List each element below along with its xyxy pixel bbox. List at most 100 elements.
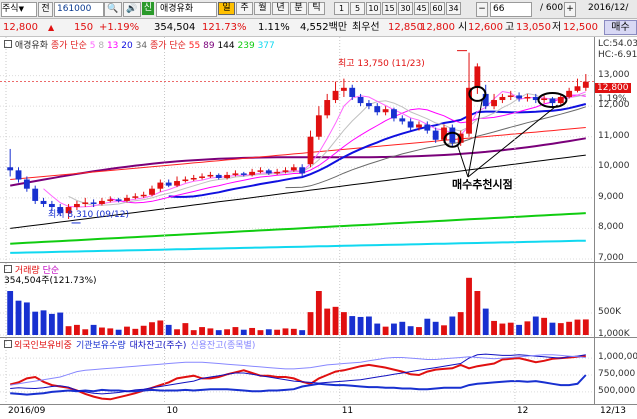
zoom-in-button[interactable]: + <box>564 2 576 17</box>
buy-button[interactable]: 매수 <box>604 20 637 35</box>
tick-button-10[interactable]: 10 <box>366 2 381 15</box>
chevron-down-icon: ▼ <box>18 5 24 13</box>
tick-button-15[interactable]: 15 <box>382 2 397 15</box>
zoom-out-button[interactable]: − <box>476 2 488 17</box>
volume-bar <box>582 319 589 335</box>
tick-button-45[interactable]: 45 <box>414 2 429 15</box>
candle-body <box>324 100 331 116</box>
volume-bar <box>124 326 130 335</box>
period-mode-1[interactable]: 주 <box>236 2 253 15</box>
volume-bar <box>15 300 22 335</box>
volume-bar <box>315 291 322 335</box>
volume-bar <box>182 323 189 335</box>
volume-bar <box>199 327 205 335</box>
candle-body <box>557 96 564 104</box>
candle-body <box>140 194 147 197</box>
tick-button-5[interactable]: 5 <box>350 2 365 15</box>
legend-ma-89: 89 <box>203 41 215 51</box>
legend-ma-13: 13 <box>106 41 119 51</box>
volume-bar <box>399 321 406 335</box>
candle-body <box>315 115 322 137</box>
candle-body <box>516 95 523 99</box>
volume-bar <box>516 324 523 335</box>
candle-body <box>382 109 389 113</box>
change-arrow-icon: ▲ <box>48 23 55 32</box>
market-type-select[interactable]: 주식▼ <box>1 2 37 17</box>
candle-body <box>449 127 456 143</box>
volume-bar <box>115 329 122 335</box>
tick-button-30[interactable]: 30 <box>398 2 413 15</box>
candle-body <box>224 174 231 178</box>
candle-body <box>32 188 39 201</box>
quote-bar: 12,800 ▲ 150 +1.19% 354,504 121.73% 1.11… <box>0 19 637 37</box>
period-mode-5[interactable]: 틱 <box>308 2 325 15</box>
speaker-button[interactable]: 🔊 <box>123 2 141 17</box>
candle-body <box>566 90 573 97</box>
speaker-icon: 🔊 <box>126 4 138 14</box>
candle-body <box>190 177 197 180</box>
candle-body <box>524 96 531 99</box>
volume-bar <box>290 328 297 335</box>
volume-ratio: 121.73% <box>202 22 247 33</box>
volume-bar <box>207 328 214 335</box>
volume-bar <box>574 319 581 335</box>
legend-ma-b: 종가 단순 <box>149 41 186 51</box>
price-tick-5: 8,000 <box>598 222 624 233</box>
volume-value: 354,504 <box>154 22 196 33</box>
buy-signal-annotation: 매수추천시점 <box>452 178 513 191</box>
candle-body <box>182 179 189 182</box>
low-annotation: 최저 8,310 (09/12) <box>48 210 130 220</box>
view-mode-button[interactable]: 전 <box>38 2 53 17</box>
x-axis: 2016/09 10 11 12 12/13 <box>0 405 637 419</box>
candle-body <box>541 98 548 101</box>
period-mode-4[interactable]: 분 <box>290 2 307 15</box>
high-label: 고 <box>505 22 515 33</box>
candle-body <box>40 200 47 204</box>
tick-button-1[interactable]: 1 <box>334 2 349 15</box>
period-mode-2[interactable]: 월 <box>254 2 271 15</box>
legend-ma-8: 8 <box>98 41 105 51</box>
search-button[interactable]: 🔍 <box>104 2 122 17</box>
period-mode-0[interactable]: 일 <box>218 2 235 15</box>
tick-button-34[interactable]: 34 <box>446 2 461 15</box>
period-mode-3[interactable]: 년 <box>272 2 289 15</box>
open-label: 시 <box>458 22 468 33</box>
candle-body <box>399 118 406 122</box>
volume-bar <box>299 330 306 335</box>
volume-bar <box>232 327 239 335</box>
candle-body <box>265 170 272 174</box>
volume-value-label: 354,504주(121.73%) <box>4 276 97 286</box>
flow-tick-0: 1,000,000 <box>598 352 637 363</box>
flow-chart-panel[interactable]: 외국인보유비중 기관보유수량 대차잔고(주수) 신용잔고(종목별) <box>0 338 594 405</box>
stock-name-field[interactable]: 애경유화 <box>156 2 217 17</box>
volume-bar <box>566 321 573 335</box>
price-y-axis: LC:54.03 HC:-6.91 12,800 1.19% 13,000 12,… <box>594 37 637 263</box>
turnover-percent: 1.11% <box>258 22 290 33</box>
volume-bar <box>466 277 472 335</box>
candle-body <box>340 87 347 91</box>
volume-bar <box>557 323 564 335</box>
candle-body <box>215 174 222 178</box>
count-input[interactable]: 66 <box>490 2 532 17</box>
x-label-2: 11 <box>341 406 354 416</box>
buy-signal-pointer <box>467 104 558 178</box>
flow-legend-item-3: 신용잔고(종목별) <box>190 341 256 351</box>
tick-button-60[interactable]: 60 <box>430 2 445 15</box>
best-bid: 12,800 <box>420 22 455 33</box>
volume-bar <box>382 326 389 335</box>
volume-bar <box>257 330 264 335</box>
price-chart-panel[interactable]: 애경유화 종가 단순 5 8 13 20 34 종가 단순 55 89 144 … <box>0 37 594 263</box>
change-percent: +1.19% <box>99 22 140 33</box>
legend-ma-20: 20 <box>121 41 133 51</box>
low-value: 12,500 <box>563 22 598 33</box>
legend-ma-55: 55 <box>188 41 201 51</box>
candle-body <box>507 95 514 97</box>
stock-code-input[interactable]: 161000 <box>54 2 104 17</box>
volume-bar <box>391 323 397 335</box>
volume-chart-panel[interactable]: 거래량 단순 354,504주(121.73%) <box>0 263 594 338</box>
volume-bar <box>157 320 164 335</box>
period-mode-group: 일주월년분틱 <box>218 2 328 15</box>
volume-bar <box>374 323 381 335</box>
volume-bar <box>65 326 72 335</box>
volume-bar <box>541 317 548 335</box>
